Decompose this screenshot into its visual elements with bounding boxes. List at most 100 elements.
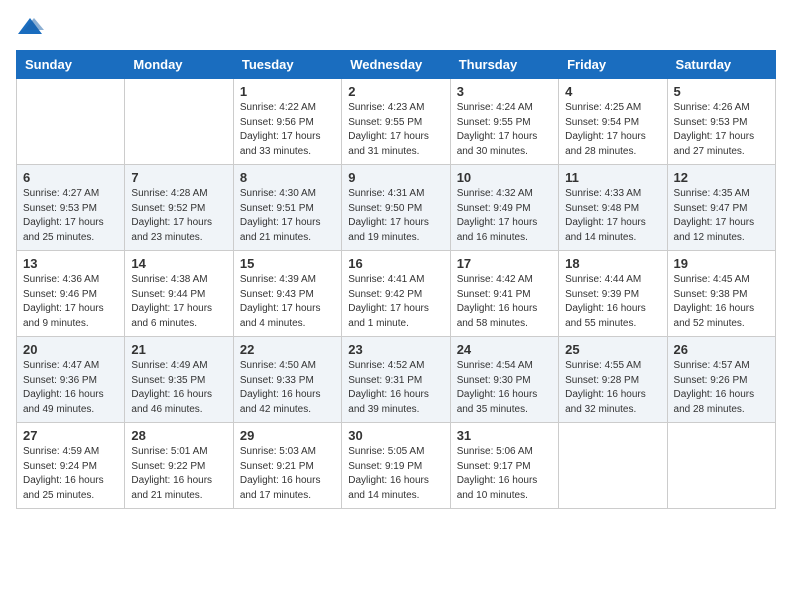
day-cell: 16 Sunrise: 4:41 AM Sunset: 9:42 PM Dayli… [342, 251, 450, 337]
day-cell: 17 Sunrise: 4:42 AM Sunset: 9:41 PM Dayli… [450, 251, 558, 337]
day-number: 29 [240, 428, 335, 443]
day-number: 5 [674, 84, 769, 99]
day-info: Sunrise: 4:26 AM Sunset: 9:53 PM Dayligh… [674, 101, 769, 159]
day-number: 7 [131, 170, 226, 185]
weekday-header-wednesday: Wednesday [342, 51, 450, 79]
week-row-3: 13 Sunrise: 4:36 AM Sunset: 9:46 PM Dayli… [17, 251, 776, 337]
day-number: 22 [240, 342, 335, 357]
day-number: 18 [565, 256, 660, 271]
day-cell: 7Sunrise: 4:28 AM Sunset: 9:52 PM Daylig… [125, 165, 233, 251]
day-number: 30 [348, 428, 443, 443]
day-number: 9 [348, 170, 443, 185]
day-info: Sunrise: 4:25 AM Sunset: 9:54 PM Dayligh… [565, 101, 660, 159]
day-cell: 12 Sunrise: 4:35 AM Sunset: 9:47 PM Dayli… [667, 165, 775, 251]
day-number: 20 [23, 342, 118, 357]
day-cell: 5 Sunrise: 4:26 AM Sunset: 9:53 PM Daylig… [667, 79, 775, 165]
day-cell: 18 Sunrise: 4:44 AM Sunset: 9:39 PM Dayli… [559, 251, 667, 337]
day-number: 13 [23, 256, 118, 271]
day-number: 31 [457, 428, 552, 443]
day-info: Sunrise: 4:23 AM Sunset: 9:55 PM Dayligh… [348, 101, 443, 159]
weekday-header-saturday: Saturday [667, 51, 775, 79]
day-cell: 1 Sunrise: 4:22 AM Sunset: 9:56 PM Daylig… [233, 79, 341, 165]
day-cell: 4 Sunrise: 4:25 AM Sunset: 9:54 PM Daylig… [559, 79, 667, 165]
day-number: 26 [674, 342, 769, 357]
day-number: 3 [457, 84, 552, 99]
day-info: Sunrise: 4:36 AM Sunset: 9:46 PM Dayligh… [23, 273, 118, 331]
day-info: Sunrise: 4:50 AM Sunset: 9:33 PM Dayligh… [240, 359, 335, 417]
week-row-4: 20Sunrise: 4:47 AM Sunset: 9:36 PM Dayli… [17, 337, 776, 423]
weekday-header-friday: Friday [559, 51, 667, 79]
day-info: Sunrise: 4:35 AM Sunset: 9:47 PM Dayligh… [674, 187, 769, 245]
day-cell [559, 423, 667, 509]
day-cell: 20Sunrise: 4:47 AM Sunset: 9:36 PM Dayli… [17, 337, 125, 423]
day-info: Sunrise: 4:41 AM Sunset: 9:42 PM Dayligh… [348, 273, 443, 331]
weekday-header-row: SundayMondayTuesdayWednesdayThursdayFrid… [17, 51, 776, 79]
day-number: 25 [565, 342, 660, 357]
day-cell [125, 79, 233, 165]
day-cell: 21Sunrise: 4:49 AM Sunset: 9:35 PM Dayli… [125, 337, 233, 423]
day-cell: 15 Sunrise: 4:39 AM Sunset: 9:43 PM Dayli… [233, 251, 341, 337]
day-cell: 28 Sunrise: 5:01 AM Sunset: 9:22 PM Dayli… [125, 423, 233, 509]
day-number: 16 [348, 256, 443, 271]
day-number: 19 [674, 256, 769, 271]
day-info: Sunrise: 4:38 AM Sunset: 9:44 PM Dayligh… [131, 273, 226, 331]
day-info: Sunrise: 4:44 AM Sunset: 9:39 PM Dayligh… [565, 273, 660, 331]
day-cell: 26Sunrise: 4:57 AM Sunset: 9:26 PM Dayli… [667, 337, 775, 423]
day-number: 28 [131, 428, 226, 443]
day-info: Sunrise: 4:31 AM Sunset: 9:50 PM Dayligh… [348, 187, 443, 245]
weekday-header-thursday: Thursday [450, 51, 558, 79]
day-cell: 10 Sunrise: 4:32 AM Sunset: 9:49 PM Dayli… [450, 165, 558, 251]
day-number: 1 [240, 84, 335, 99]
day-info: Sunrise: 4:32 AM Sunset: 9:49 PM Dayligh… [457, 187, 552, 245]
calendar-table: SundayMondayTuesdayWednesdayThursdayFrid… [16, 50, 776, 509]
day-cell: 24 Sunrise: 4:54 AM Sunset: 9:30 PM Dayli… [450, 337, 558, 423]
weekday-header-tuesday: Tuesday [233, 51, 341, 79]
day-number: 4 [565, 84, 660, 99]
day-info: Sunrise: 4:45 AM Sunset: 9:38 PM Dayligh… [674, 273, 769, 331]
day-number: 10 [457, 170, 552, 185]
day-info: Sunrise: 5:03 AM Sunset: 9:21 PM Dayligh… [240, 445, 335, 503]
day-info: Sunrise: 5:01 AM Sunset: 9:22 PM Dayligh… [131, 445, 226, 503]
day-info: Sunrise: 4:54 AM Sunset: 9:30 PM Dayligh… [457, 359, 552, 417]
week-row-5: 27 Sunrise: 4:59 AM Sunset: 9:24 PM Dayli… [17, 423, 776, 509]
day-number: 2 [348, 84, 443, 99]
day-number: 6 [23, 170, 118, 185]
day-info: Sunrise: 4:39 AM Sunset: 9:43 PM Dayligh… [240, 273, 335, 331]
day-cell: 8Sunrise: 4:30 AM Sunset: 9:51 PM Daylig… [233, 165, 341, 251]
logo-icon [16, 16, 44, 38]
day-number: 27 [23, 428, 118, 443]
day-cell: 31Sunrise: 5:06 AM Sunset: 9:17 PM Dayli… [450, 423, 558, 509]
day-cell: 22 Sunrise: 4:50 AM Sunset: 9:33 PM Dayli… [233, 337, 341, 423]
day-info: Sunrise: 4:27 AM Sunset: 9:53 PM Dayligh… [23, 187, 118, 245]
day-info: Sunrise: 4:30 AM Sunset: 9:51 PM Dayligh… [240, 187, 335, 245]
day-info: Sunrise: 4:52 AM Sunset: 9:31 PM Dayligh… [348, 359, 443, 417]
week-row-1: 1 Sunrise: 4:22 AM Sunset: 9:56 PM Daylig… [17, 79, 776, 165]
day-cell [17, 79, 125, 165]
day-number: 23 [348, 342, 443, 357]
day-cell: 11 Sunrise: 4:33 AM Sunset: 9:48 PM Dayli… [559, 165, 667, 251]
week-row-2: 6 Sunrise: 4:27 AM Sunset: 9:53 PM Daylig… [17, 165, 776, 251]
day-cell: 6 Sunrise: 4:27 AM Sunset: 9:53 PM Daylig… [17, 165, 125, 251]
day-cell: 14 Sunrise: 4:38 AM Sunset: 9:44 PM Dayli… [125, 251, 233, 337]
day-info: Sunrise: 4:22 AM Sunset: 9:56 PM Dayligh… [240, 101, 335, 159]
day-number: 14 [131, 256, 226, 271]
day-cell: 29 Sunrise: 5:03 AM Sunset: 9:21 PM Dayli… [233, 423, 341, 509]
day-info: Sunrise: 4:55 AM Sunset: 9:28 PM Dayligh… [565, 359, 660, 417]
day-info: Sunrise: 4:33 AM Sunset: 9:48 PM Dayligh… [565, 187, 660, 245]
day-number: 12 [674, 170, 769, 185]
header [16, 16, 776, 38]
day-info: Sunrise: 4:49 AM Sunset: 9:35 PM Dayligh… [131, 359, 226, 417]
day-cell: 23 Sunrise: 4:52 AM Sunset: 9:31 PM Dayli… [342, 337, 450, 423]
day-cell: 2 Sunrise: 4:23 AM Sunset: 9:55 PM Daylig… [342, 79, 450, 165]
day-cell: 13 Sunrise: 4:36 AM Sunset: 9:46 PM Dayli… [17, 251, 125, 337]
day-info: Sunrise: 4:59 AM Sunset: 9:24 PM Dayligh… [23, 445, 118, 503]
day-number: 17 [457, 256, 552, 271]
day-cell: 27 Sunrise: 4:59 AM Sunset: 9:24 PM Dayli… [17, 423, 125, 509]
logo [16, 16, 48, 38]
day-number: 15 [240, 256, 335, 271]
day-number: 24 [457, 342, 552, 357]
day-info: Sunrise: 4:24 AM Sunset: 9:55 PM Dayligh… [457, 101, 552, 159]
day-cell [667, 423, 775, 509]
day-number: 11 [565, 170, 660, 185]
day-info: Sunrise: 4:42 AM Sunset: 9:41 PM Dayligh… [457, 273, 552, 331]
